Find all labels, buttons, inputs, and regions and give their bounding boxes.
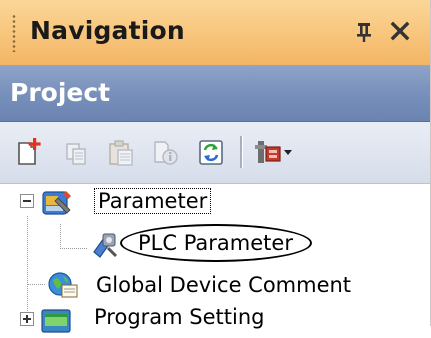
tree-connector [60,248,88,249]
parameter-collapse-toggle[interactable] [20,194,34,208]
global-device-comment-icon [46,270,80,300]
refresh-icon [199,140,223,165]
new-data-icon [18,138,41,165]
tools-dropdown-icon [255,141,292,163]
copy-button[interactable] [60,135,94,169]
panel-title: Navigation [30,16,185,45]
plc-parameter-icon [88,230,122,260]
close-icon [390,21,410,41]
properties-button[interactable] [148,135,182,169]
project-tree: Parameter PLC Parameter Global Device Co… [0,184,430,333]
tree-connector [27,216,28,320]
navigation-title-bar[interactable]: Navigation [0,0,430,66]
parameter-folder-icon [40,188,74,218]
tree-item-global-device-comment-label: Global Device Comment [96,273,352,297]
pin-icon [357,23,371,42]
tree-item-parameter[interactable]: Parameter [94,188,212,214]
new-data-button[interactable] [14,135,48,169]
copy-icon [66,143,86,165]
program-setting-icon [40,304,74,334]
tree-item-plc-parameter[interactable]: PLC Parameter [138,230,293,256]
tree-item-parameter-label: Parameter [94,188,212,214]
toolbar-separator [240,136,243,168]
navigation-window: Navigation Project Parameter PLC Paramet… [0,0,431,333]
tree-item-plc-parameter-label: PLC Parameter [138,231,293,255]
paste-button[interactable] [104,135,138,169]
tree-connector [60,224,61,248]
paste-icon [109,140,133,166]
tree-item-global-device-comment[interactable]: Global Device Comment [96,272,351,298]
refresh-button[interactable] [194,135,228,169]
tree-item-program-setting-label: Program Setting [94,305,265,329]
project-header-bar: Project [0,66,430,122]
close-button[interactable] [386,16,414,46]
drag-grip-icon[interactable] [12,14,16,52]
tree-connector [28,284,46,285]
project-toolbar [0,122,430,184]
program-setting-expand-toggle[interactable] [20,312,34,326]
project-header-label: Project [10,78,111,107]
pin-button[interactable] [352,16,376,46]
tree-item-program-setting[interactable]: Program Setting [94,304,264,330]
properties-icon [154,141,178,165]
tools-dropdown-button[interactable] [252,135,296,169]
